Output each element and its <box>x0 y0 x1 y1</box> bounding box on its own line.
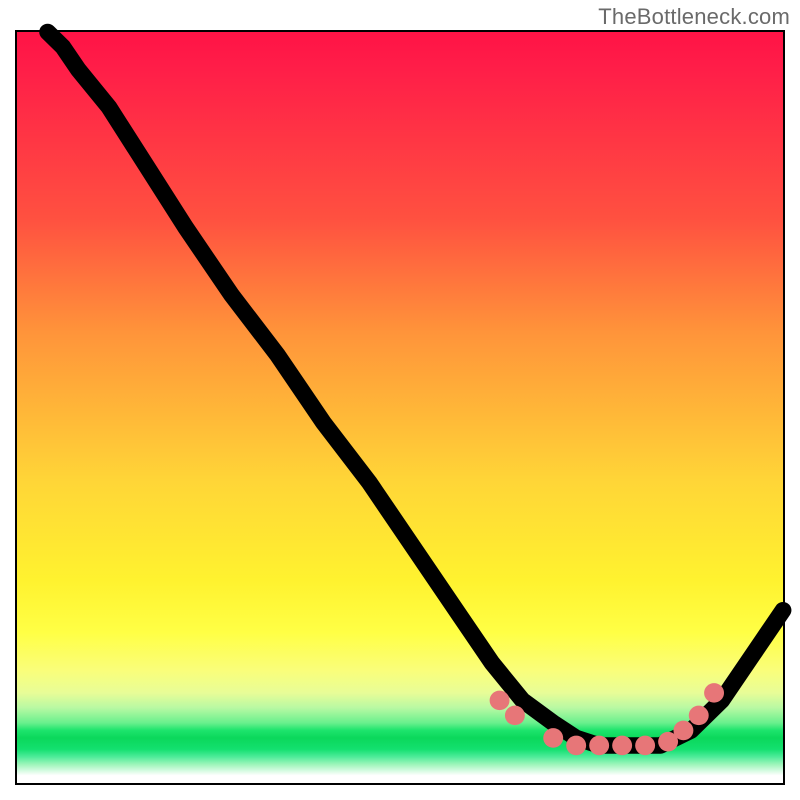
plot-area <box>15 30 785 785</box>
bottleneck-curve <box>48 32 783 745</box>
scatter-dot <box>589 736 609 756</box>
scatter-dot <box>543 728 563 748</box>
scatter-dot <box>566 736 586 756</box>
scatter-dot <box>505 706 525 726</box>
scatter-dot <box>704 683 724 703</box>
scatter-dot <box>673 721 693 741</box>
watermark-text: TheBottleneck.com <box>598 4 790 30</box>
chart-svg <box>17 32 783 783</box>
scatter-dot <box>490 691 510 711</box>
scatter-dot <box>635 736 655 756</box>
scatter-dot <box>689 706 709 726</box>
scatter-dot <box>612 736 632 756</box>
chart-stage: TheBottleneck.com <box>0 0 800 800</box>
